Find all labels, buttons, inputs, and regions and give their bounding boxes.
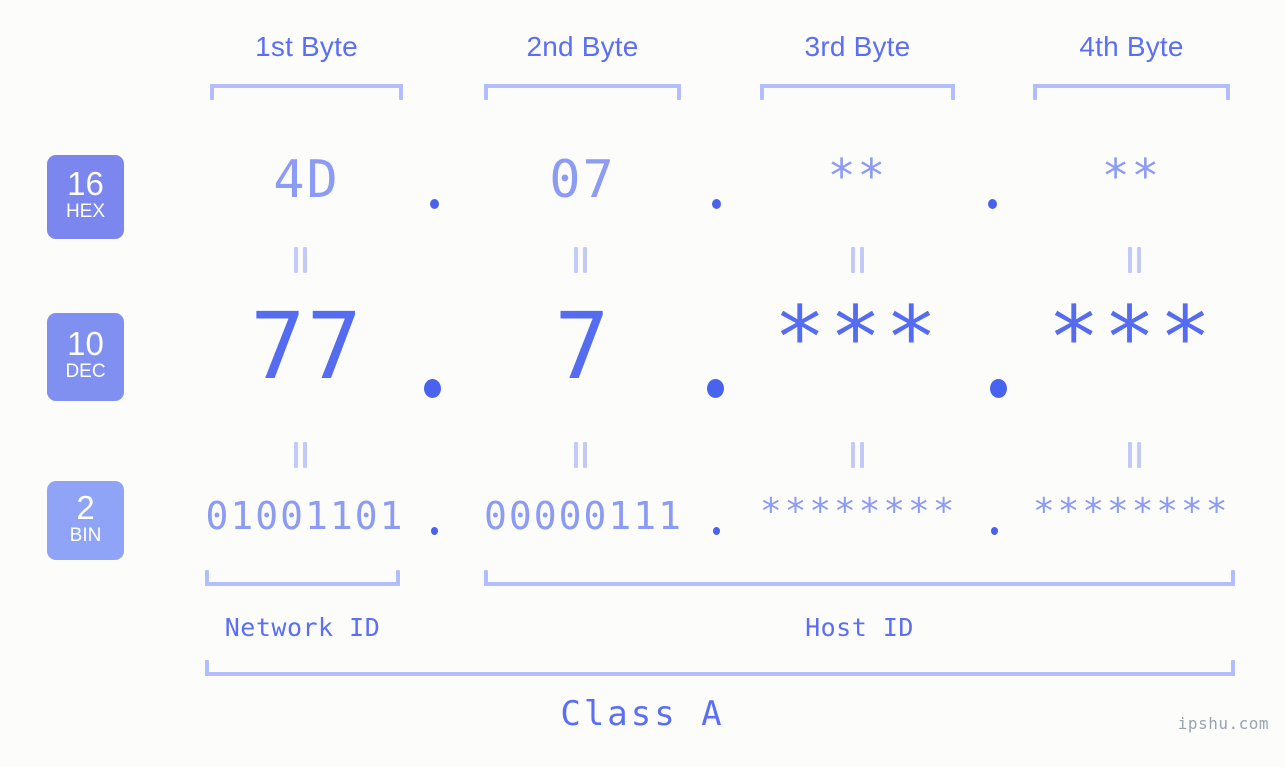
dec-octet-1: 77 bbox=[250, 293, 363, 400]
bracket-tick-left bbox=[760, 84, 764, 100]
equals-connector-dec-bin-3 bbox=[850, 442, 866, 468]
byte-bracket-2 bbox=[484, 84, 681, 100]
byte-header-3: 3rd Byte bbox=[804, 31, 911, 62]
hex-octet-3: ** bbox=[827, 149, 888, 203]
dec-separator-dot-3 bbox=[990, 379, 1007, 398]
hex-separator-dot-3 bbox=[988, 199, 997, 209]
byte-header-1: 1st Byte bbox=[255, 31, 358, 62]
base-badge-dec: 10 DEC bbox=[47, 313, 124, 401]
equals-connector-dec-bin-2 bbox=[573, 442, 589, 468]
bracket-tick-right bbox=[396, 570, 400, 586]
network-id-bracket bbox=[205, 570, 400, 586]
bracket-tick-left bbox=[205, 570, 209, 586]
bin-separator-dot-1 bbox=[431, 527, 438, 535]
base-badge-bin-abbr: BIN bbox=[69, 525, 102, 546]
bracket-tick-right bbox=[1231, 660, 1235, 676]
byte-header-2: 2nd Byte bbox=[526, 31, 639, 62]
base-badge-dec-number: 10 bbox=[67, 325, 104, 362]
bin-separator-dot-2 bbox=[713, 527, 720, 535]
dec-separator-dot-1 bbox=[424, 379, 441, 398]
dec-octet-3: *** bbox=[773, 288, 942, 388]
bracket-bar bbox=[484, 84, 681, 88]
bracket-tick-right bbox=[677, 84, 681, 100]
ip-address-breakdown-diagram: 1st Byte 2nd Byte 3rd Byte 4th Byte 16 H… bbox=[0, 0, 1285, 767]
network-id-label: Network ID bbox=[224, 613, 381, 642]
bracket-tick-left bbox=[484, 570, 488, 586]
dec-separator-dot-2 bbox=[707, 379, 724, 398]
base-badge-bin: 2 BIN bbox=[47, 481, 124, 560]
bracket-tick-left bbox=[205, 660, 209, 676]
bracket-tick-left bbox=[484, 84, 488, 100]
base-badge-dec-abbr: DEC bbox=[65, 361, 106, 382]
equals-connector-dec-bin-1 bbox=[293, 442, 309, 468]
bracket-tick-right bbox=[951, 84, 955, 100]
base-badge-hex-number: 16 bbox=[67, 165, 104, 202]
bracket-bar bbox=[205, 672, 1235, 676]
base-badge-hex-abbr: HEX bbox=[65, 201, 106, 222]
byte-bracket-4 bbox=[1033, 84, 1230, 100]
class-label: Class A bbox=[560, 694, 725, 734]
equals-connector-dec-bin-4 bbox=[1127, 442, 1143, 468]
dec-octet-2: 7 bbox=[554, 293, 611, 400]
bracket-tick-right bbox=[399, 84, 403, 100]
hex-octet-2: 07 bbox=[549, 150, 616, 210]
equals-connector-hex-dec-3 bbox=[850, 247, 866, 273]
bracket-bar bbox=[760, 84, 955, 88]
bracket-tick-left bbox=[1033, 84, 1037, 100]
hex-octet-1: 4D bbox=[273, 150, 340, 210]
bracket-bar bbox=[205, 582, 400, 586]
host-id-bracket bbox=[484, 570, 1235, 586]
bracket-bar bbox=[1033, 84, 1230, 88]
base-badge-bin-number: 2 bbox=[76, 489, 95, 526]
class-bracket bbox=[205, 660, 1235, 676]
bracket-tick-right bbox=[1226, 84, 1230, 100]
bin-octet-4: ******** bbox=[1033, 491, 1231, 532]
bin-octet-1: 01001101 bbox=[205, 494, 405, 538]
byte-bracket-1 bbox=[210, 84, 403, 100]
bracket-tick-right bbox=[1231, 570, 1235, 586]
equals-connector-hex-dec-2 bbox=[573, 247, 589, 273]
base-badge-hex: 16 HEX bbox=[47, 155, 124, 239]
host-id-label: Host ID bbox=[805, 613, 914, 642]
bin-octet-2: 00000111 bbox=[484, 494, 684, 538]
bracket-bar bbox=[210, 84, 403, 88]
equals-connector-hex-dec-4 bbox=[1127, 247, 1143, 273]
bracket-tick-left bbox=[210, 84, 214, 100]
bracket-bar bbox=[484, 582, 1235, 586]
hex-separator-dot-1 bbox=[430, 199, 439, 209]
bin-separator-dot-3 bbox=[991, 527, 998, 535]
byte-bracket-3 bbox=[760, 84, 955, 100]
dec-octet-4: *** bbox=[1047, 288, 1216, 388]
site-watermark: ipshu.com bbox=[1177, 714, 1269, 733]
hex-octet-4: ** bbox=[1101, 149, 1162, 203]
hex-separator-dot-2 bbox=[712, 199, 721, 209]
byte-header-4: 4th Byte bbox=[1079, 31, 1184, 62]
equals-connector-hex-dec-1 bbox=[293, 247, 309, 273]
bin-octet-3: ******** bbox=[760, 491, 958, 532]
